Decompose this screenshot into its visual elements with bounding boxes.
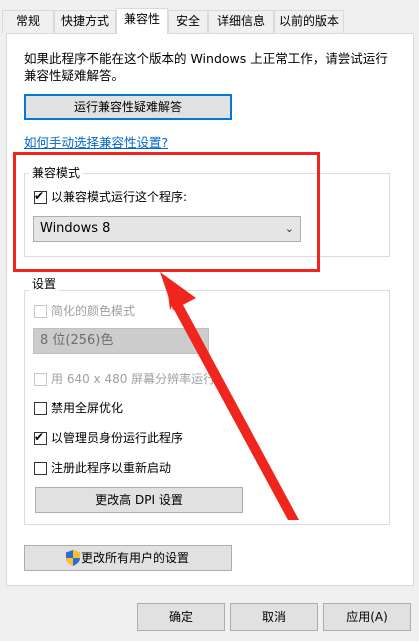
- annotation-arrow-icon: [160, 272, 299, 520]
- tab-compatibility[interactable]: 兼容性: [116, 8, 168, 34]
